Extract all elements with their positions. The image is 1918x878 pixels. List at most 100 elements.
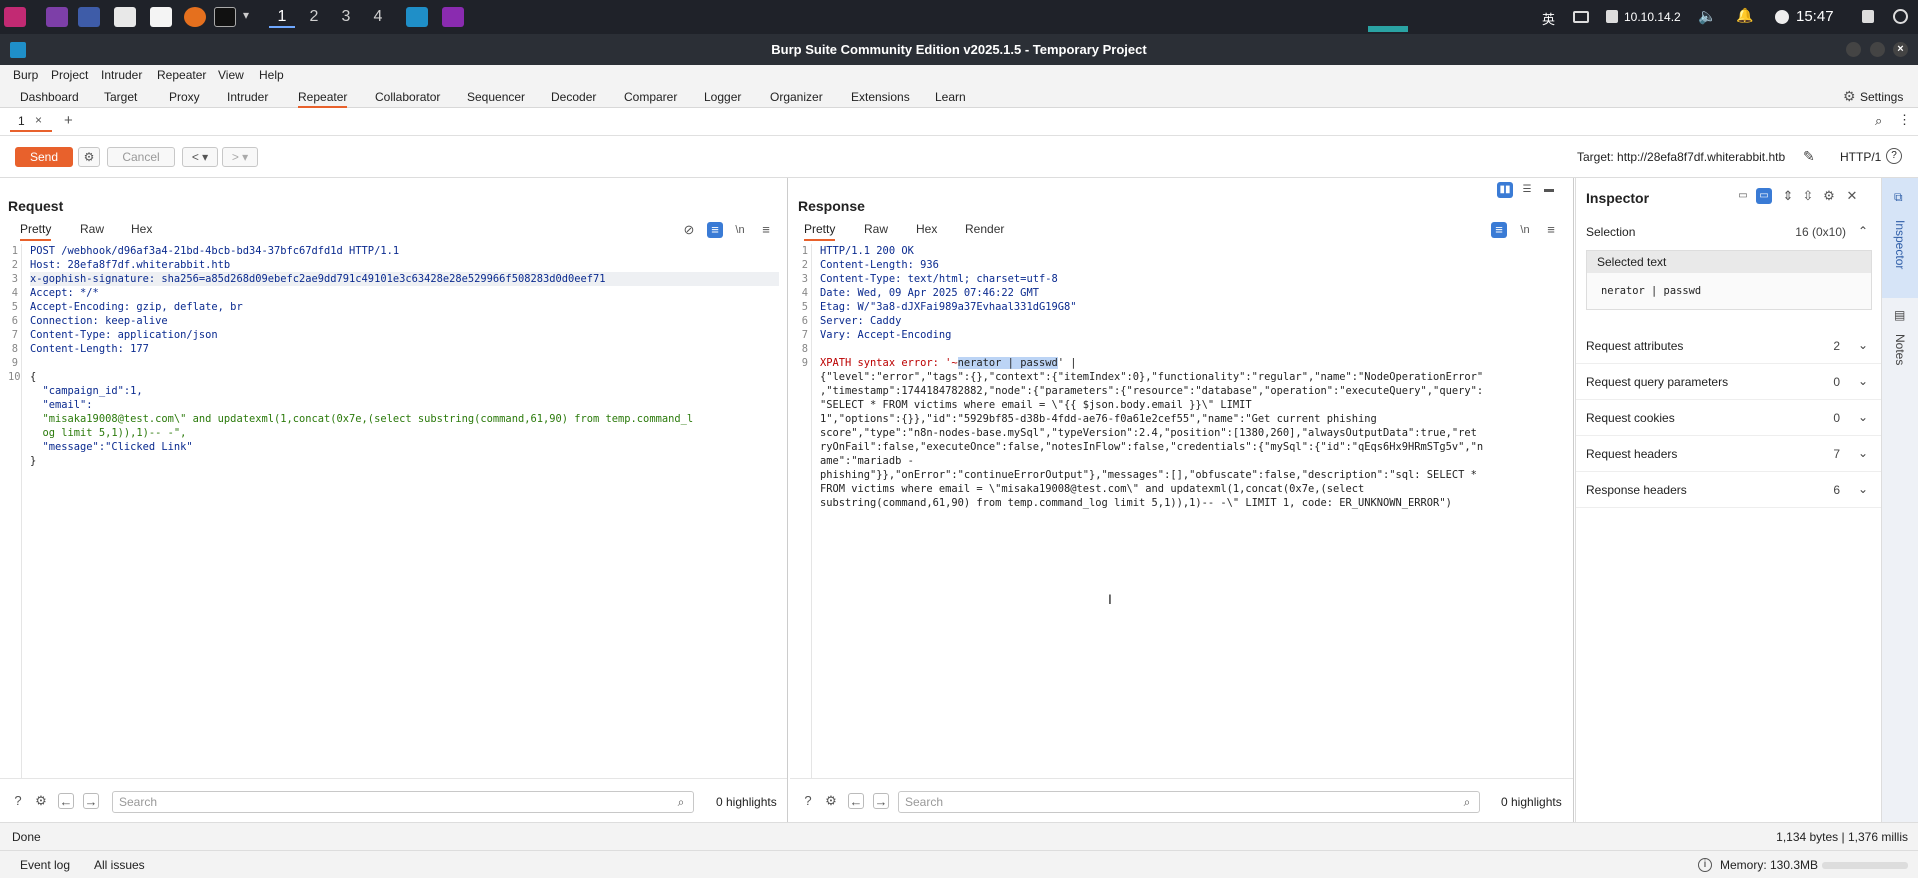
menu-repeater[interactable]: Repeater <box>157 68 206 82</box>
menu-project[interactable]: Project <box>51 68 88 82</box>
response-tab-render[interactable]: Render <box>965 222 1004 236</box>
help-icon[interactable]: ? <box>800 793 816 809</box>
request-search-input[interactable]: Search <box>112 791 694 813</box>
settings-icon[interactable]: ⚙ <box>1843 88 1856 105</box>
request-tab-hex[interactable]: Hex <box>131 222 152 236</box>
previous-match-arrow-icon[interactable]: ← <box>58 793 74 809</box>
tab-logger[interactable]: Logger <box>704 90 741 104</box>
tab-repeater[interactable]: Repeater <box>298 90 348 108</box>
more-options-icon[interactable]: ⋮ <box>1898 112 1911 128</box>
chevron-down-icon[interactable]: ⌄ <box>1858 338 1868 352</box>
request-attributes-section[interactable]: Request attributes 2 ⌄ <box>1576 328 1882 364</box>
search-settings-gear-icon[interactable]: ⚙ <box>33 793 49 809</box>
response-tab-raw[interactable]: Raw <box>864 222 888 236</box>
response-search-input[interactable]: Search <box>898 791 1480 813</box>
request-tab-pretty[interactable]: Pretty <box>20 222 52 241</box>
tab-organizer[interactable]: Organizer <box>770 90 823 104</box>
back-history-button[interactable]: < ▾ <box>182 147 218 167</box>
layout-tabs-icon[interactable]: ▬ <box>1541 182 1557 198</box>
send-button[interactable]: Send <box>15 147 73 167</box>
selected-text-value[interactable]: nerator | passwd <box>1601 285 1701 297</box>
app-launcher-icon[interactable] <box>46 7 68 27</box>
event-log-button[interactable]: Event log <box>20 858 70 872</box>
menu-burp[interactable]: Burp <box>13 68 38 82</box>
target-label[interactable]: Target: http://28efa8f7df.whiterabbit.ht… <box>1577 150 1785 164</box>
request-headers-section[interactable]: Request headers 7 ⌄ <box>1576 436 1882 472</box>
response-editor[interactable]: 1 2 3 4 5 6 7 8 9 HTTP/1.1 200 OK Content-Length… <box>798 244 1565 778</box>
firefox-icon[interactable] <box>184 7 206 27</box>
workspace-3[interactable]: 3 <box>333 6 359 28</box>
wrap-lines-icon[interactable]: ≡ <box>707 222 723 238</box>
hide-nonprintable-icon[interactable]: ⊘ <box>681 222 697 238</box>
settings-button[interactable]: Settings <box>1860 90 1903 104</box>
response-tab-pretty[interactable]: Pretty <box>804 222 836 241</box>
menu-help[interactable]: Help <box>259 68 284 82</box>
next-match-arrow-icon[interactable]: → <box>873 793 889 809</box>
lock-screen-icon[interactable] <box>1862 10 1874 23</box>
add-tab-button[interactable]: + <box>64 112 73 129</box>
tab-dashboard[interactable]: Dashboard <box>20 90 79 104</box>
inspector-settings-gear-icon[interactable]: ⚙ <box>1821 188 1837 204</box>
selected-text-highlight[interactable]: nerator | passwd <box>957 357 1058 369</box>
help-icon[interactable]: ? <box>1886 148 1902 164</box>
tab-intruder[interactable]: Intruder <box>227 90 268 104</box>
wrap-lines-icon[interactable]: ≡ <box>1491 222 1507 238</box>
chevron-down-icon[interactable]: ⌄ <box>1858 446 1868 460</box>
forward-history-button[interactable]: > ▾ <box>222 147 258 167</box>
editor-menu-icon[interactable]: ≡ <box>758 222 774 238</box>
layout-stacked-icon[interactable]: ☰ <box>1519 182 1535 198</box>
request-query-parameters-section[interactable]: Request query parameters 0 ⌄ <box>1576 364 1882 400</box>
chevron-down-icon[interactable]: ⌄ <box>1858 374 1868 388</box>
close-tab-icon[interactable]: × <box>35 113 42 127</box>
collapse-all-icon[interactable]: ⇳ <box>1800 188 1816 204</box>
help-icon[interactable]: ? <box>10 793 26 809</box>
tab-target[interactable]: Target <box>104 90 137 104</box>
tab-proxy[interactable]: Proxy <box>169 90 200 104</box>
request-tab-raw[interactable]: Raw <box>80 222 104 236</box>
notification-bell-icon[interactable]: 🔔 <box>1736 7 1753 24</box>
clock-time[interactable]: 15:47 <box>1796 8 1834 25</box>
close-icon[interactable]: ✕ <box>1844 188 1860 204</box>
expand-all-icon[interactable]: ⇕ <box>1780 188 1796 204</box>
search-icon[interactable]: ⌕ <box>1459 794 1475 810</box>
search-icon[interactable]: ⌕ <box>673 794 689 810</box>
search-icon[interactable]: ⌕ <box>1875 113 1882 129</box>
response-text[interactable]: HTTP/1.1 200 OK Content-Length: 936 Cont… <box>820 244 1565 778</box>
sidebar-tab-inspector[interactable]: ⧉ Inspector <box>1882 178 1918 298</box>
request-cookies-section[interactable]: Request cookies 0 ⌄ <box>1576 400 1882 436</box>
search-settings-gear-icon[interactable]: ⚙ <box>823 793 839 809</box>
tab-extensions[interactable]: Extensions <box>851 90 910 104</box>
kali-menu-icon[interactable] <box>4 7 26 27</box>
tab-sequencer[interactable]: Sequencer <box>467 90 525 104</box>
tab-comparer[interactable]: Comparer <box>624 90 677 104</box>
newline-toggle-icon[interactable]: \n <box>732 222 748 238</box>
editor-menu-icon[interactable]: ≡ <box>1543 222 1559 238</box>
selection-section[interactable]: Selection 16 (0x10) ⌃ <box>1576 214 1882 250</box>
terminal-icon[interactable] <box>214 7 236 27</box>
inspector-layout-icon[interactable]: ▭ <box>1735 188 1751 204</box>
chevron-down-icon[interactable]: ▾ <box>243 8 249 22</box>
chevron-down-icon[interactable]: ⌄ <box>1858 410 1868 424</box>
workspace-2[interactable]: 2 <box>301 6 327 28</box>
power-icon[interactable] <box>1893 9 1908 24</box>
chevron-down-icon[interactable]: ⌄ <box>1858 482 1868 496</box>
repeater-tab-1[interactable]: 1 × <box>10 112 52 132</box>
folder-taskbar-icon[interactable] <box>442 7 464 27</box>
ime-indicator[interactable]: 英 <box>1542 9 1555 28</box>
display-icon[interactable] <box>1573 11 1589 23</box>
tab-decoder[interactable]: Decoder <box>551 90 596 104</box>
response-tab-hex[interactable]: Hex <box>916 222 937 236</box>
cancel-button[interactable]: Cancel <box>107 147 175 167</box>
sidebar-tab-notes[interactable]: ▤ Notes <box>1882 298 1918 388</box>
menu-view[interactable]: View <box>218 68 244 82</box>
newline-toggle-icon[interactable]: \n <box>1517 222 1533 238</box>
workspace-4[interactable]: 4 <box>365 6 391 28</box>
tab-collaborator[interactable]: Collaborator <box>375 90 440 104</box>
burp-taskbar-icon[interactable] <box>406 7 428 27</box>
volume-icon[interactable]: 🔈 <box>1698 7 1717 25</box>
layout-side-by-side-icon[interactable]: ▮▮ <box>1497 182 1513 198</box>
desktop-icon[interactable] <box>78 7 100 27</box>
maximize-button[interactable] <box>1870 42 1885 57</box>
request-text[interactable]: POST /webhook/d96af3a4-21bd-4bcb-bd34-37… <box>30 244 779 778</box>
previous-match-arrow-icon[interactable]: ← <box>848 793 864 809</box>
